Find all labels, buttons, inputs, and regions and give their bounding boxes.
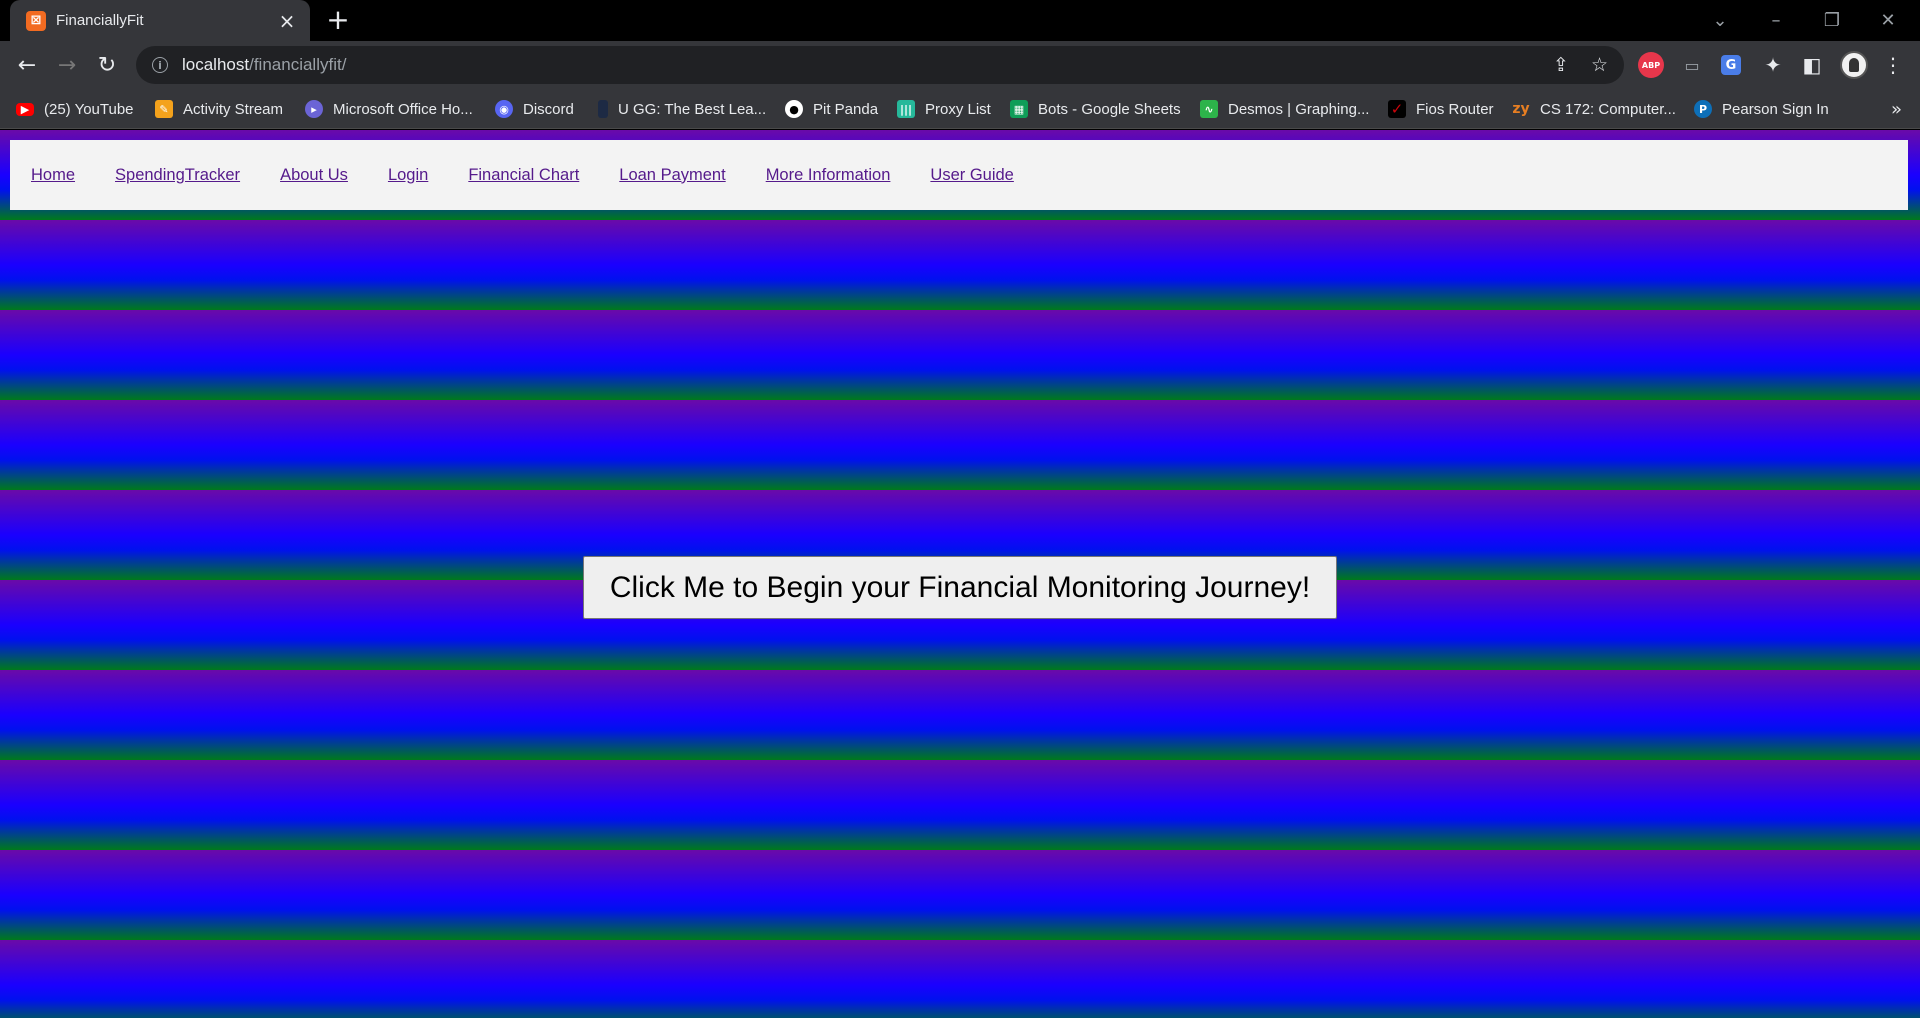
site-info-icon[interactable]: i [152,57,168,73]
xampp-favicon-icon: ⊠ [26,10,46,31]
site-navigation: Home SpendingTracker About Us Login Fina… [10,140,1908,210]
adblock-plus-icon[interactable]: ABP [1638,52,1664,78]
bookmark-label: CS 172: Computer... [1540,100,1676,118]
zybooks-icon: zy [1512,101,1530,117]
bookmark-label: Proxy List [925,100,991,118]
office-icon: ▸ [305,100,323,118]
activity-stream-icon: ✎ [155,100,173,118]
bookmark-label: Pit Panda [813,100,879,118]
extension-screen-icon[interactable]: ▭ [1679,52,1705,78]
proxy-list-icon: ||| [897,100,915,118]
bookmark-pearson[interactable]: P Pearson Sign In [1694,89,1829,129]
close-tab-icon[interactable]: × [276,9,298,33]
bookmark-discord[interactable]: ◉ Discord [495,89,574,129]
browser-tab-active[interactable]: ⊠ FinanciallyFit × [10,0,310,41]
menu-kebab-icon[interactable]: ⋮ [1880,52,1906,78]
pearson-icon: P [1694,100,1712,118]
reload-icon[interactable]: ↻ [91,49,123,81]
bookmarks-bar: ▶ (25) YouTube ✎ Activity Stream ▸ Micro… [0,89,1920,129]
nav-link-loan-payment[interactable]: Loan Payment [619,166,725,185]
forward-arrow-icon[interactable]: → [51,49,83,81]
tab-strip: ⊠ FinanciallyFit × + ⌄ – ❐ ✕ [0,0,1920,41]
bookmarks-overflow-icon[interactable]: » [1891,89,1902,129]
google-sheets-icon: ▦ [1010,100,1028,118]
bookmark-fios-router[interactable]: ✓ Fios Router [1388,89,1494,129]
bookmark-label: Pearson Sign In [1722,100,1829,118]
address-bar[interactable]: i localhost/financiallyfit/ ⇪ ☆ [136,46,1624,84]
bookmark-cs172[interactable]: zy CS 172: Computer... [1512,89,1676,129]
nav-link-about-us[interactable]: About Us [280,166,348,185]
bookmark-bots-google-sheets[interactable]: ▦ Bots - Google Sheets [1010,89,1181,129]
bookmark-label: Fios Router [1416,100,1494,118]
nav-link-login[interactable]: Login [388,166,428,185]
bookmark-youtube[interactable]: ▶ (25) YouTube [16,89,134,129]
nav-link-more-information[interactable]: More Information [766,166,891,185]
bookmark-star-icon[interactable]: ☆ [1591,54,1608,76]
restore-icon[interactable]: ❐ [1804,0,1860,41]
begin-journey-button[interactable]: Click Me to Begin your Financial Monitor… [583,556,1337,619]
bookmark-activity-stream[interactable]: ✎ Activity Stream [155,89,283,129]
window-close-icon[interactable]: ✕ [1860,0,1916,41]
verizon-icon: ✓ [1388,100,1406,118]
tab-search-chevron-icon[interactable]: ⌄ [1692,0,1748,41]
minimize-icon[interactable]: – [1748,0,1804,41]
bookmark-pit-panda[interactable]: ● Pit Panda [785,89,878,129]
ugg-icon [598,100,608,118]
bookmark-label: Desmos | Graphing... [1228,100,1370,118]
url-path: /financiallyfit/ [249,55,347,74]
page-viewport: Home SpendingTracker About Us Login Fina… [0,130,1920,1018]
url-host: localhost [182,55,250,74]
bookmark-label: Microsoft Office Ho... [333,100,473,118]
desmos-icon: ∿ [1200,100,1218,118]
bookmark-label: (25) YouTube [44,100,134,118]
bookmark-proxy-list[interactable]: ||| Proxy List [897,89,991,129]
bookmark-desmos[interactable]: ∿ Desmos | Graphing... [1200,89,1369,129]
nav-link-financial-chart[interactable]: Financial Chart [468,166,579,185]
profile-avatar[interactable] [1840,51,1868,79]
browser-toolbar: ← → ↻ i localhost/financiallyfit/ ⇪ ☆ AB… [0,41,1920,89]
new-tab-plus-icon[interactable]: + [324,5,352,35]
nav-link-home[interactable]: Home [31,166,75,185]
bookmark-label: Bots - Google Sheets [1038,100,1181,118]
back-arrow-icon[interactable]: ← [11,49,43,81]
url-text: localhost/financiallyfit/ [182,55,346,75]
bookmark-label: Activity Stream [183,100,284,118]
extensions-puzzle-icon[interactable]: ✦ [1760,52,1786,78]
share-icon[interactable]: ⇪ [1553,54,1569,76]
youtube-icon: ▶ [16,102,34,116]
side-panel-icon[interactable]: ◧ [1799,52,1825,78]
tab-title: FinanciallyFit [56,12,144,29]
bookmark-label: Discord [523,100,574,118]
nav-link-spending-tracker[interactable]: SpendingTracker [115,166,240,185]
discord-icon: ◉ [495,100,513,118]
bookmark-ugg[interactable]: U GG: The Best Lea... [598,89,766,129]
bookmark-label: U GG: The Best Lea... [618,100,767,118]
bookmark-microsoft-office[interactable]: ▸ Microsoft Office Ho... [305,89,473,129]
google-translate-icon[interactable]: G [1721,55,1741,75]
nav-link-user-guide[interactable]: User Guide [930,166,1013,185]
panda-icon: ● [785,100,803,118]
